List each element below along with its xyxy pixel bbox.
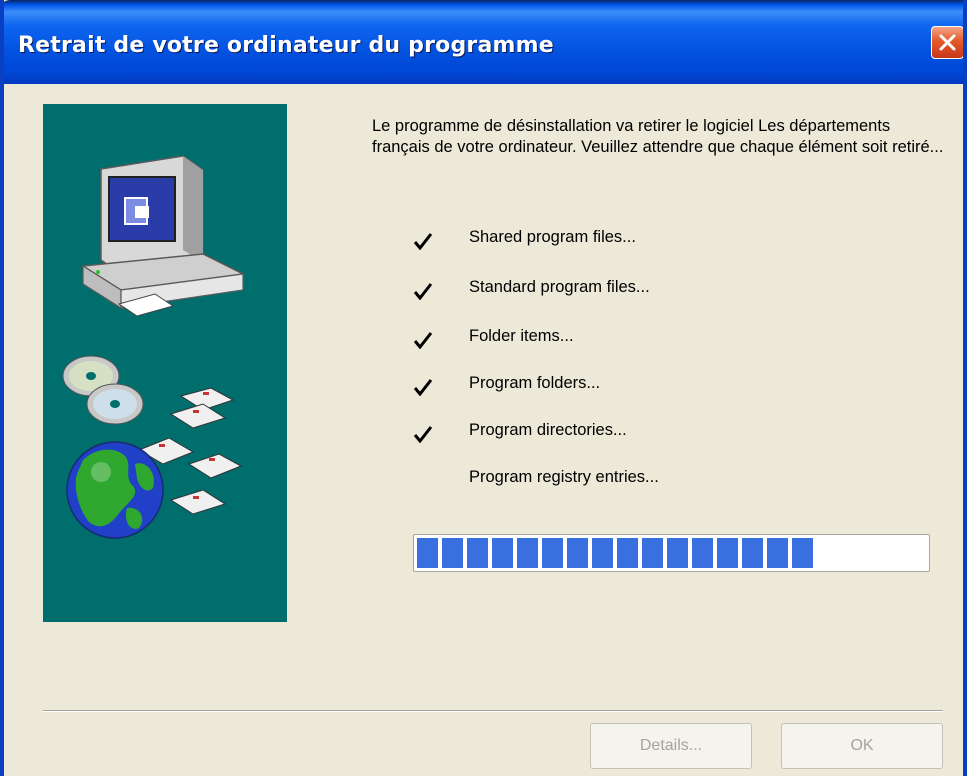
step-label: Program registry entries... (469, 468, 659, 486)
uninstall-dialog: Retrait de votre ordinateur du programme (0, 0, 967, 776)
close-button[interactable] (931, 26, 963, 59)
window-title: Retrait de votre ordinateur du programme (18, 33, 554, 58)
progress-fill (417, 538, 813, 568)
cd-icon (62, 355, 144, 425)
close-icon (939, 34, 956, 51)
step-label: Program folders... (469, 374, 601, 392)
progress-bar (413, 534, 930, 572)
step-label: Folder items... (469, 327, 574, 345)
ok-button[interactable]: OK (781, 723, 943, 769)
intro-message: Le programme de désinstallation va retir… (372, 117, 944, 156)
setup-illustration (43, 104, 287, 622)
computer-icon (80, 155, 246, 317)
button-separator (43, 710, 943, 712)
checkmark-icon (413, 233, 433, 250)
step-label: Standard program files... (469, 278, 650, 296)
checkmark-icon (413, 379, 433, 396)
checkmark-icon (413, 283, 433, 300)
globe-icon (66, 441, 164, 539)
step-label: Shared program files... (469, 228, 636, 246)
checkmark-icon (413, 426, 433, 443)
title-bar[interactable]: Retrait de votre ordinateur du programme (4, 0, 963, 84)
step-label: Program directories... (469, 421, 627, 439)
checkmark-icon (413, 332, 433, 349)
details-button[interactable]: Details... (590, 723, 752, 769)
